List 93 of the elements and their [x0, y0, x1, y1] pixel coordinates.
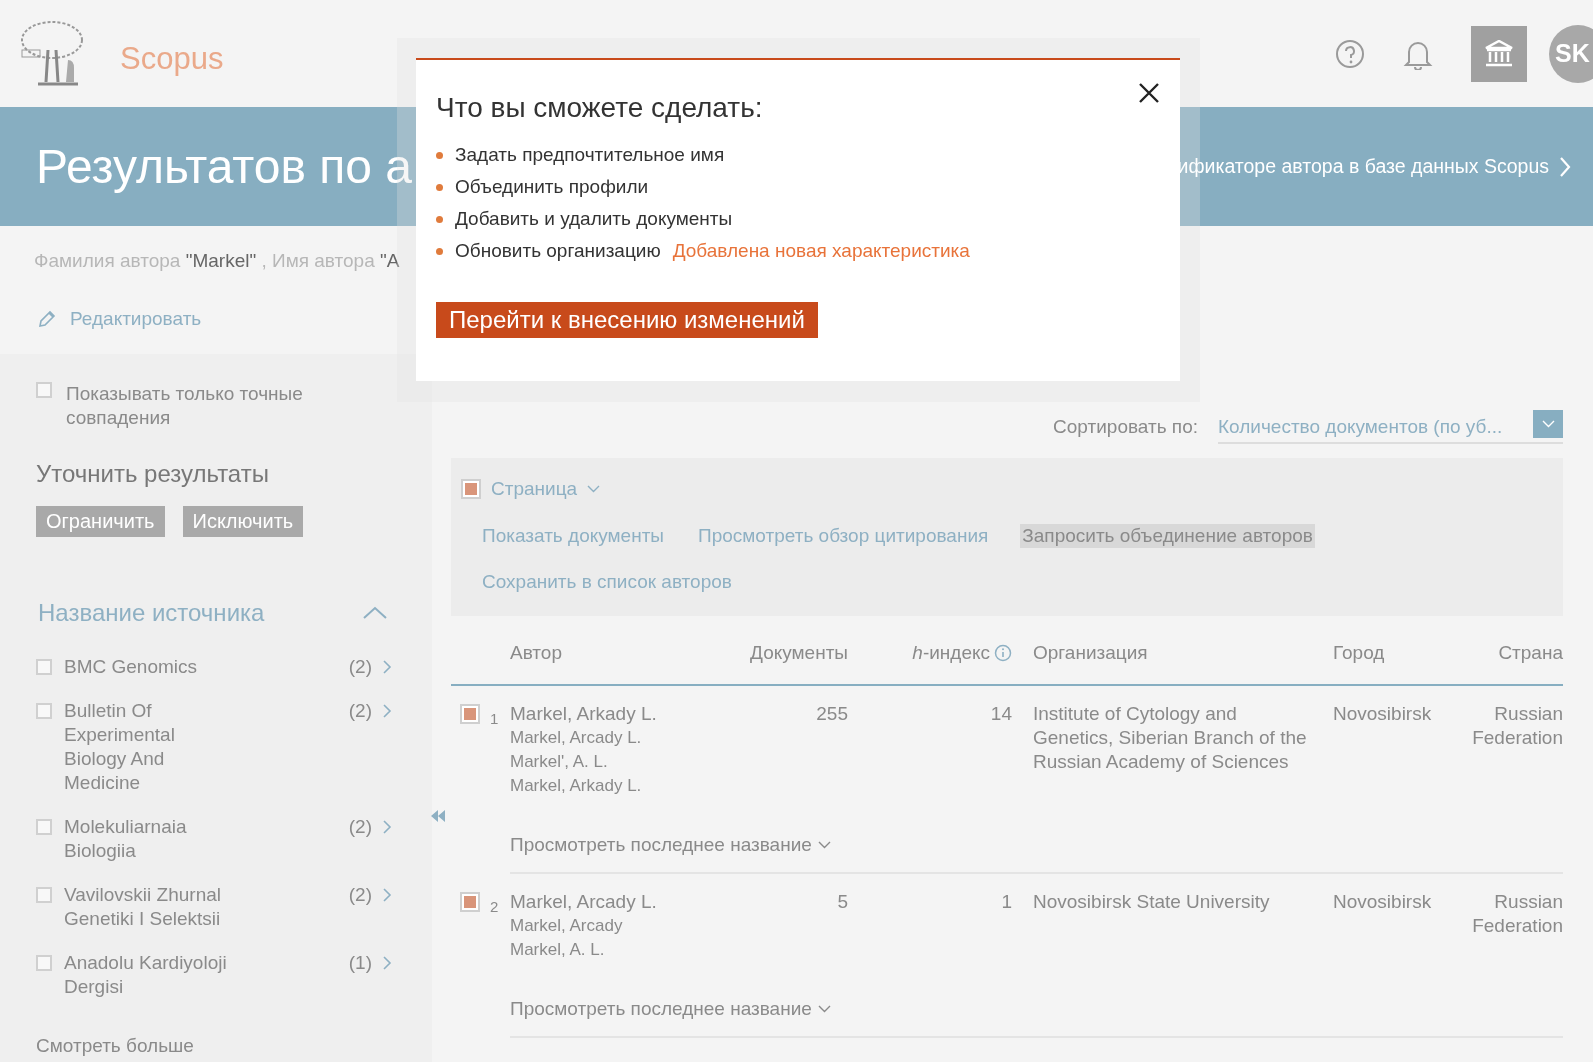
table-cell: Novosibirsk State University	[1033, 891, 1270, 912]
help-icon[interactable]	[1335, 38, 1365, 69]
view-last-title-link[interactable]: Просмотреть последнее название	[510, 998, 812, 1020]
source-name[interactable]: BMC Genomics	[64, 655, 229, 679]
caret-icon	[1541, 420, 1555, 428]
column-header[interactable]: Документы	[750, 642, 848, 663]
author-name[interactable]: Markel, Arcady L.	[510, 890, 735, 914]
collapse-icon[interactable]	[430, 809, 446, 823]
caret-icon	[817, 841, 831, 849]
checkbox[interactable]	[36, 703, 52, 719]
bullet-icon	[436, 151, 443, 159]
collapse-caret-icon[interactable]	[362, 606, 388, 620]
row-number: 2	[490, 898, 499, 915]
checkbox[interactable]	[36, 382, 52, 398]
name-variant: Markel', A. L.	[510, 751, 609, 773]
table-cell: Russian Federation	[1472, 703, 1563, 748]
checkbox[interactable]	[461, 479, 481, 499]
filter-button[interactable]: Ограничить	[36, 506, 165, 537]
column-header[interactable]: Страна	[1498, 642, 1563, 663]
table-cell: Institute of Cytology and Genetics, Siberian Branch of the Russian Academy of Sciences	[1033, 703, 1307, 772]
author-id-link[interactable]: ификаторе автора в базе данных Scopus	[1177, 155, 1571, 178]
action-link[interactable]: Сохранить в список авторов	[480, 570, 734, 594]
result-count: (1)	[347, 951, 373, 975]
institution-button[interactable]	[1471, 25, 1527, 82]
chevron-icon[interactable]	[382, 659, 392, 675]
checkbox[interactable]	[36, 659, 52, 675]
chevron-icon[interactable]	[382, 819, 392, 835]
result-count: (2)	[347, 883, 373, 907]
chevron-icon[interactable]	[382, 703, 392, 719]
column-header[interactable]: Город	[1333, 642, 1385, 663]
feature-text: Задать предпочтительное имя	[455, 144, 725, 166]
page-title: Результатов по а	[36, 139, 412, 194]
source-name[interactable]: Molekuliarnaia Biologiia	[64, 815, 229, 863]
source-name[interactable]: Bulletin Of Experimental Biology And Medicine	[64, 699, 229, 795]
facet-title[interactable]: Название источника	[38, 599, 265, 627]
chevron-icon[interactable]	[382, 887, 392, 903]
table-cell[interactable]: 255	[816, 703, 848, 724]
sort-label: Сортировать по:	[1053, 416, 1198, 438]
close-icon[interactable]	[1138, 82, 1160, 104]
table-cell: Russian Federation	[1472, 891, 1563, 936]
edit-link[interactable]: Редактировать	[70, 308, 202, 330]
feature-text: Обновить организацию	[455, 240, 661, 262]
checkbox[interactable]	[36, 819, 52, 835]
action-link[interactable]: Просмотреть обзор цитирования	[696, 524, 991, 548]
bullet-icon	[436, 215, 443, 223]
action-link[interactable]: Запросить объединение авторов	[1020, 524, 1315, 548]
feature-text: Объединить профили	[455, 176, 649, 198]
result-count: (2)	[347, 655, 373, 679]
checkbox[interactable]	[36, 887, 52, 903]
table-cell[interactable]: 5	[837, 891, 848, 912]
table-cell: 14	[990, 703, 1012, 724]
column-header[interactable]: Организация	[1033, 642, 1148, 663]
building-icon	[1484, 39, 1514, 68]
caret-icon	[587, 485, 601, 493]
name-variant: Markel, Arkady L.	[510, 775, 643, 797]
result-count: (2)	[347, 815, 373, 839]
name-variant: Markel, A. L.	[510, 939, 606, 961]
info-icon[interactable]	[994, 644, 1012, 662]
search-query: Фамилия автора "Markel" , Имя автора "А	[34, 250, 400, 271]
row-number: 1	[490, 710, 499, 727]
checkbox[interactable]	[460, 892, 480, 912]
column-header[interactable]: h-индекс	[912, 642, 990, 664]
column-header[interactable]: Автор	[510, 642, 562, 663]
filter-button[interactable]: Исключить	[182, 506, 304, 537]
checkbox[interactable]	[36, 955, 52, 971]
checkbox[interactable]	[460, 704, 480, 724]
name-variant: Markel, Arcady L.	[510, 727, 643, 749]
view-last-title-link[interactable]: Просмотреть последнее название	[510, 834, 812, 856]
bullet-icon	[436, 247, 443, 255]
proceed-button[interactable]: Перейти к внесению изменений	[436, 302, 818, 338]
table-cell: Novosibirsk	[1333, 703, 1432, 724]
checkbox-label[interactable]: Показывать только точные совпадения	[66, 382, 396, 430]
section-title: Уточнить результаты	[36, 460, 270, 488]
action-link[interactable]: Показать документы	[480, 524, 666, 548]
pencil-icon	[38, 310, 56, 328]
result-count: (2)	[347, 699, 373, 723]
table-cell: Novosibirsk	[1333, 891, 1432, 912]
caret-icon	[817, 1005, 831, 1013]
user-avatar[interactable]: SK	[1549, 24, 1593, 83]
sort-dropdown[interactable]: Количество документов (по уб...	[1218, 410, 1563, 444]
feature-text: Добавить и удалить документы	[455, 208, 733, 230]
table-cell: 1	[1001, 891, 1012, 912]
new-feature-label: Добавлена новая характеристика	[672, 240, 970, 262]
bullet-icon	[436, 183, 443, 191]
source-name[interactable]: Anadolu Kardiyoloji Dergisi	[64, 951, 229, 999]
page-select-dropdown[interactable]: Страница	[491, 478, 578, 500]
author-name[interactable]: Markel, Arkady L.	[510, 702, 735, 726]
name-variant: Markel, Arcady	[510, 915, 624, 937]
logo-text[interactable]: Scopus	[120, 40, 224, 77]
dialog-title: Что вы сможете сделать:	[436, 92, 763, 124]
chevron-icon[interactable]	[382, 955, 392, 971]
show-more-link[interactable]: Смотреть больше	[36, 1035, 194, 1057]
source-name[interactable]: Vavilovskii Zhurnal Genetiki I Selektsii	[64, 883, 229, 931]
